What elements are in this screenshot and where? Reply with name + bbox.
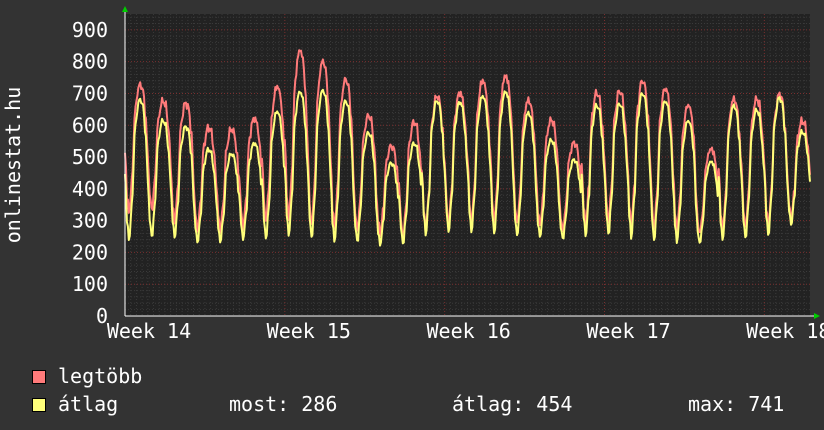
x-tick-label: Week 14 [107, 319, 191, 343]
y-tick-label: 100 [72, 272, 108, 296]
legend-label-avg: átlag [58, 392, 119, 416]
legend-item-max: legtöbb [32, 362, 142, 390]
legend: legtöbb átlag most: 286 átlag: 454 max: … [0, 362, 824, 422]
x-tick-label: Week 18 [746, 319, 824, 343]
x-tick-label: Week 17 [586, 319, 670, 343]
y-tick-label: 400 [72, 177, 108, 201]
x-tick-label: Week 16 [427, 319, 511, 343]
y-axis-label: onlinestat.hu [1, 87, 25, 244]
y-tick-label: 500 [72, 145, 108, 169]
y-tick-label: 800 [72, 50, 108, 74]
stat-current: most: 286 [229, 392, 338, 416]
stat-max: max: 741 [688, 392, 785, 416]
x-tick-label: Week 15 [267, 319, 351, 343]
stat-average: átlag: 454 [452, 392, 573, 416]
y-tick-label: 200 [72, 240, 108, 264]
y-tick-label: 900 [72, 18, 108, 42]
legend-item-avg: átlag [32, 390, 118, 418]
y-tick-label: 300 [72, 209, 108, 233]
legend-label-max: legtöbb [58, 364, 143, 388]
y-axis-arrow [122, 6, 128, 12]
legend-swatch-max [32, 370, 46, 384]
y-tick-label: 700 [72, 81, 108, 105]
y-tick-label: 600 [72, 113, 108, 137]
legend-swatch-avg [32, 398, 46, 412]
